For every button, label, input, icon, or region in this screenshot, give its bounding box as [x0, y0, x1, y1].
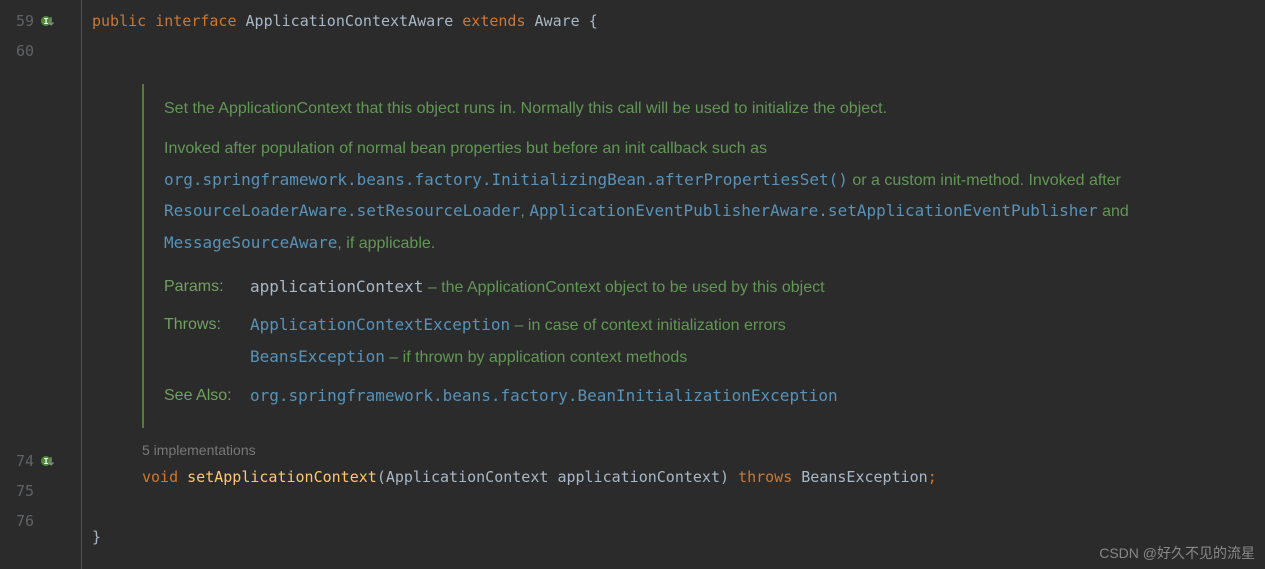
javadoc-text: ,: [520, 203, 529, 220]
close-brace: }: [92, 528, 101, 546]
javadoc-link[interactable]: ResourceLoaderAware.setResourceLoader: [164, 201, 520, 220]
javadoc-text: and: [1098, 203, 1129, 220]
throws-content: ApplicationContextException – in case of…: [250, 309, 786, 373]
watermark: CSDN @好久不见的流星: [1099, 543, 1255, 563]
javadoc-link[interactable]: MessageSourceAware: [164, 233, 337, 252]
class-name: ApplicationContextAware: [246, 12, 454, 30]
gutter-line: 76: [0, 506, 81, 536]
paren: ): [720, 468, 729, 486]
javadoc-link[interactable]: ApplicationEventPublisherAware.setApplic…: [529, 201, 1097, 220]
code-line[interactable]: }: [92, 522, 1265, 552]
line-number: 74: [4, 452, 34, 470]
exception-desc: – in case of context initialization erro…: [510, 317, 786, 334]
param-type: ApplicationContext: [386, 468, 549, 486]
method-name: setApplicationContext: [187, 468, 377, 486]
javadoc-text: or a custom init-method. Invoked after: [848, 172, 1121, 189]
keyword-interface: interface: [155, 12, 236, 30]
seealso-label: See Also:: [164, 380, 250, 412]
javadoc-tags: Params: applicationContext – the Applica…: [164, 271, 1142, 412]
code-line[interactable]: public interface ApplicationContextAware…: [92, 6, 1265, 36]
gutter-line: 59 I: [0, 6, 81, 36]
javadoc-paragraph: Set the ApplicationContext that this obj…: [164, 94, 1142, 124]
javadoc-block: Set the ApplicationContext that this obj…: [142, 84, 1162, 428]
exception-link[interactable]: ApplicationContextException: [250, 315, 510, 334]
javadoc-link[interactable]: org.springframework.beans.factory.Initia…: [164, 170, 848, 189]
keyword-public: public: [92, 12, 146, 30]
param-name: applicationContext: [250, 277, 423, 296]
code-line-empty[interactable]: [92, 36, 1265, 66]
code-editor[interactable]: 59 I 60 74 I 75: [0, 0, 1265, 569]
implementations-hint[interactable]: 5 implementations: [92, 438, 1265, 462]
throws-row: Throws: ApplicationContextException – in…: [164, 309, 1142, 373]
param-name: applicationContext: [557, 468, 720, 486]
gutter-line: 74 I: [0, 446, 81, 476]
semicolon: ;: [928, 468, 937, 486]
gutter-line: 60: [0, 36, 81, 66]
line-number: 75: [4, 482, 34, 500]
super-class: Aware: [535, 12, 580, 30]
gutter: 59 I 60 74 I 75: [0, 0, 82, 569]
keyword-extends: extends: [462, 12, 525, 30]
code-area[interactable]: public interface ApplicationContextAware…: [82, 0, 1265, 569]
javadoc-text: Invoked after population of normal bean …: [164, 140, 767, 157]
exception-type: BeansException: [801, 468, 927, 486]
paren: (: [377, 468, 386, 486]
javadoc-text: , if applicable.: [337, 235, 435, 252]
keyword-throws: throws: [738, 468, 792, 486]
implements-icon[interactable]: I: [40, 13, 56, 29]
code-line-empty[interactable]: [92, 492, 1265, 522]
line-number: 60: [4, 42, 34, 60]
exception-link[interactable]: BeansException: [250, 347, 385, 366]
svg-text:I: I: [44, 457, 49, 466]
gutter-spacer: [0, 66, 81, 446]
svg-text:I: I: [44, 17, 49, 26]
seealso-link[interactable]: org.springframework.beans.factory.BeanIn…: [250, 386, 838, 405]
code-line[interactable]: void setApplicationContext(ApplicationCo…: [92, 462, 1265, 492]
params-row: Params: applicationContext – the Applica…: [164, 271, 1142, 303]
seealso-content: org.springframework.beans.factory.BeanIn…: [250, 380, 838, 412]
keyword-void: void: [142, 468, 178, 486]
line-number: 76: [4, 512, 34, 530]
seealso-row: See Also: org.springframework.beans.fact…: [164, 380, 1142, 412]
param-desc: – the ApplicationContext object to be us…: [423, 279, 824, 296]
throws-label: Throws:: [164, 309, 250, 373]
params-content: applicationContext – the ApplicationCont…: [250, 271, 825, 303]
javadoc-paragraph: Invoked after population of normal bean …: [164, 134, 1142, 259]
params-label: Params:: [164, 271, 250, 303]
exception-desc: – if thrown by application context metho…: [385, 349, 687, 366]
open-brace: {: [580, 12, 598, 30]
implements-icon[interactable]: I: [40, 453, 56, 469]
line-number: 59: [4, 12, 34, 30]
gutter-line: 75: [0, 476, 81, 506]
